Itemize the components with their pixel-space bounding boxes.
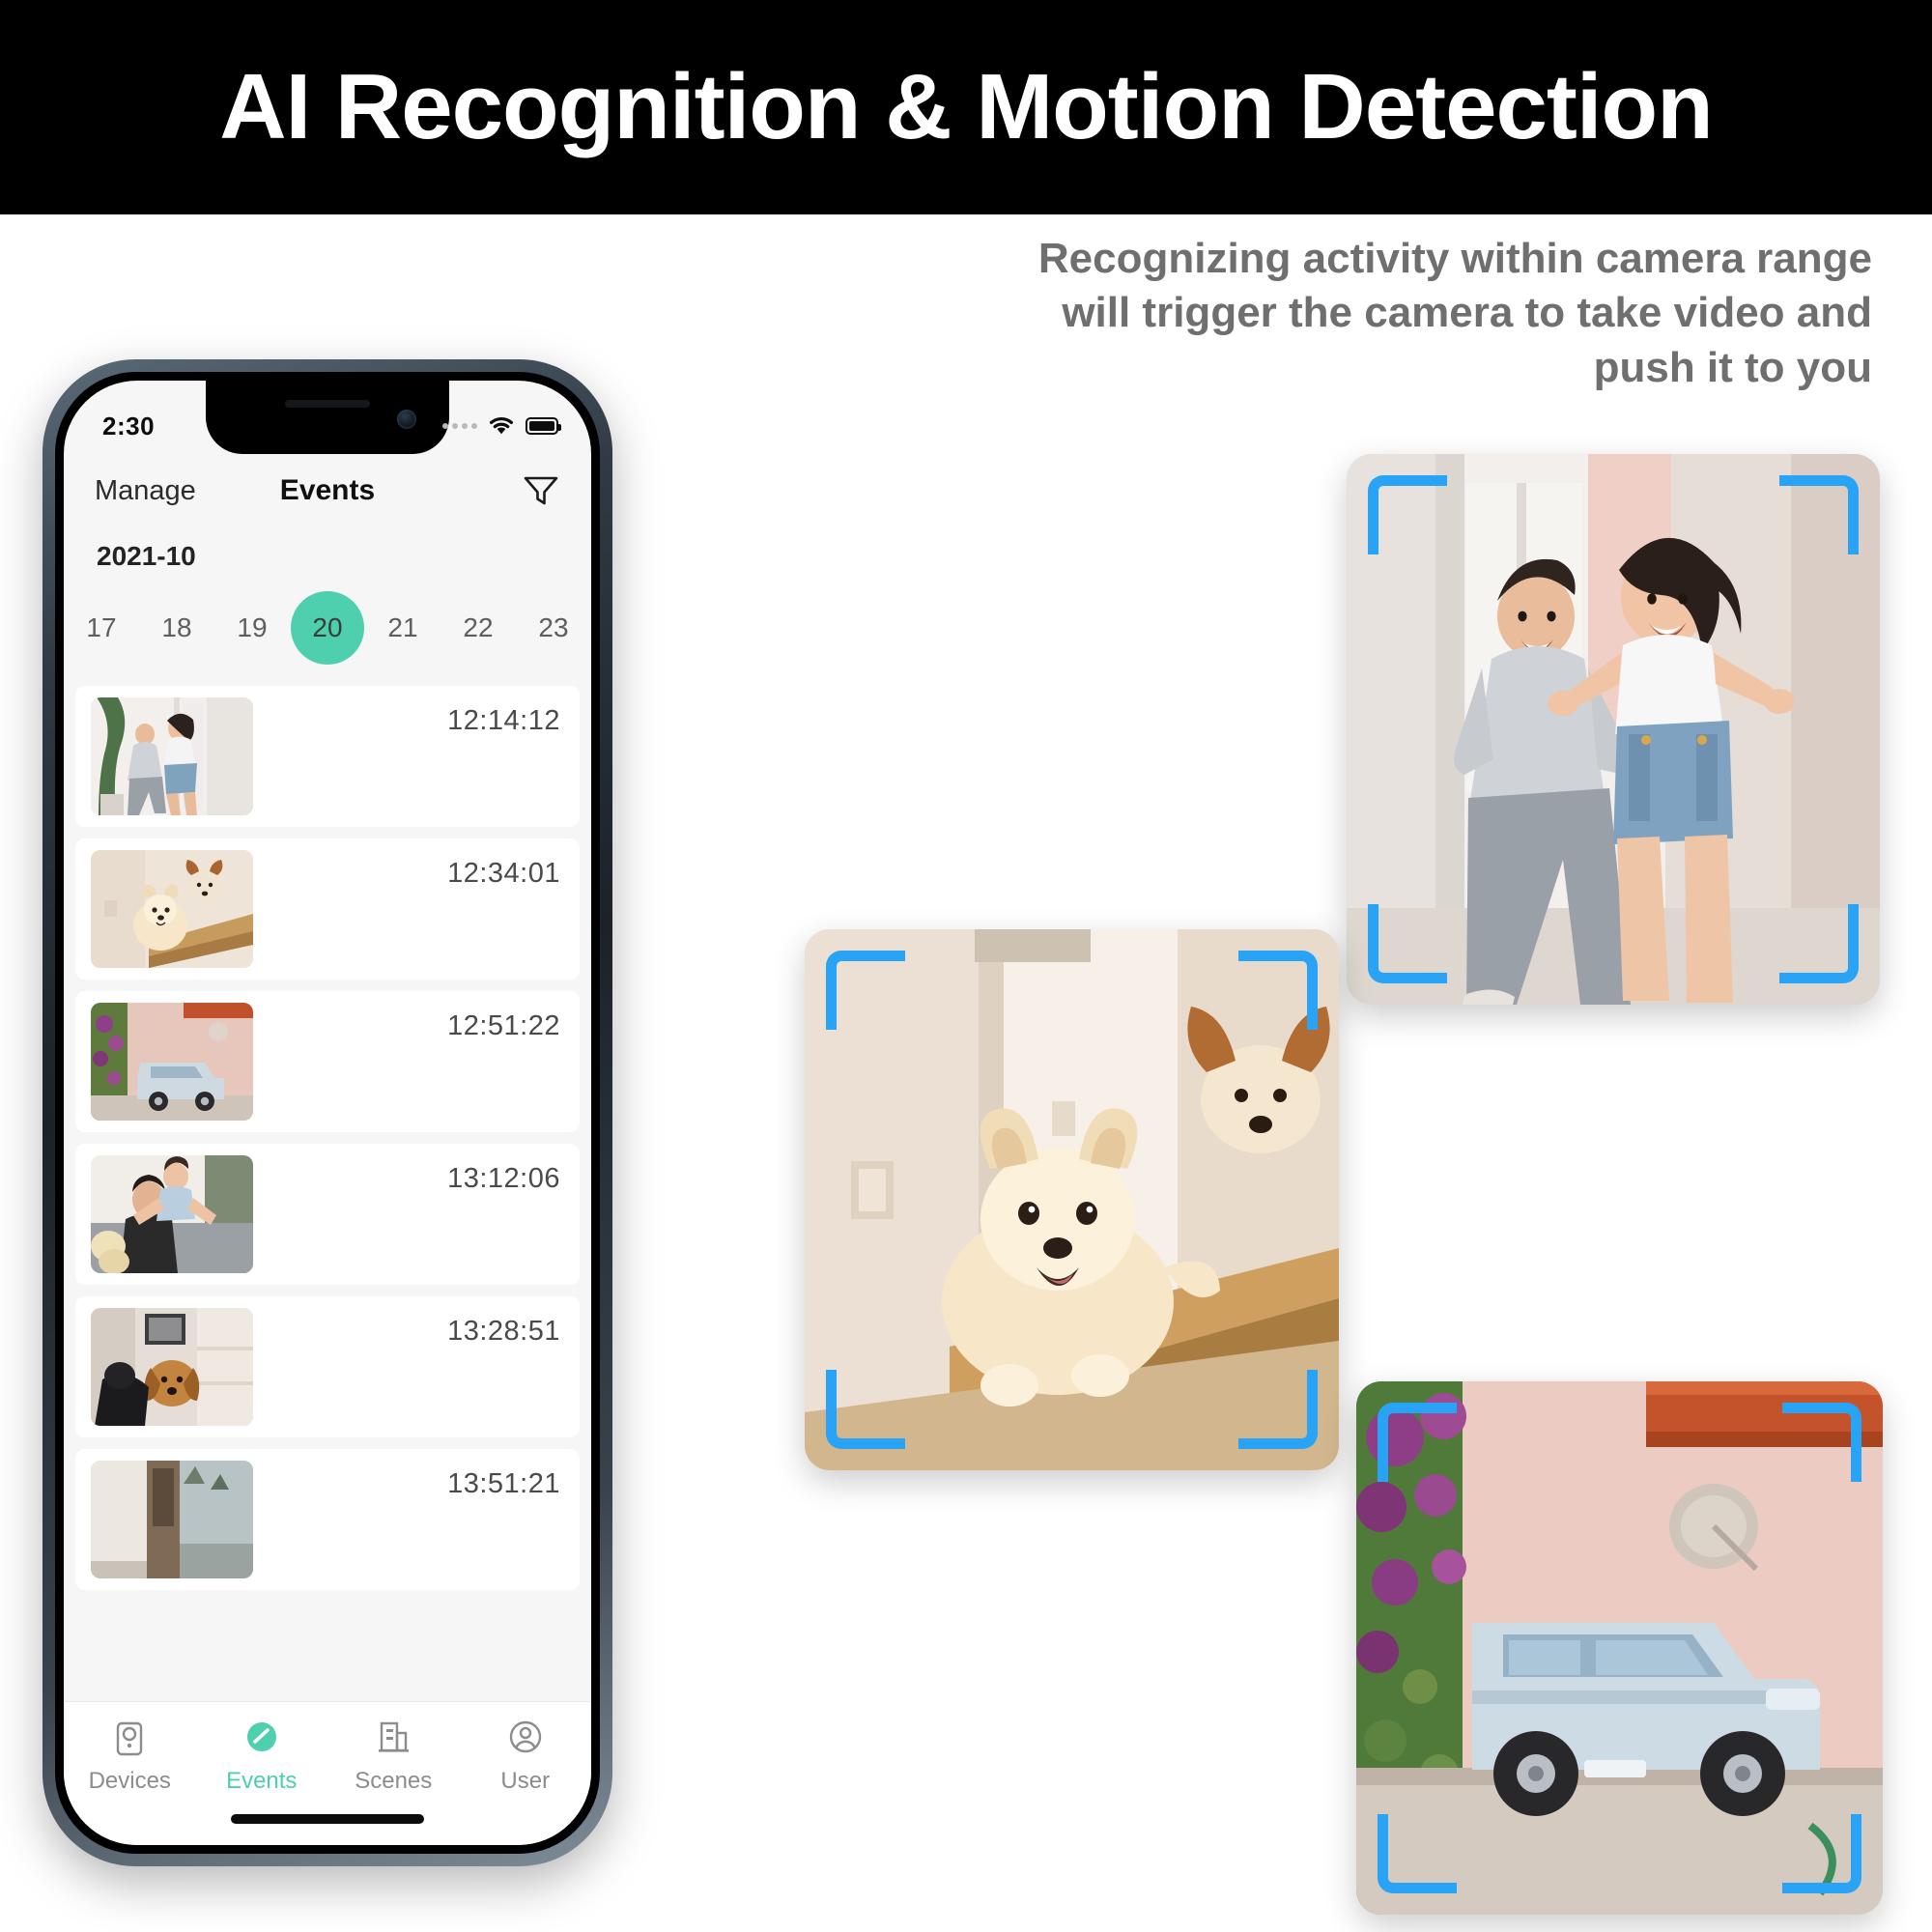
day-label: 18 <box>161 612 192 642</box>
calendar-day-22[interactable]: 22 <box>440 582 516 674</box>
day-label: 21 <box>387 612 418 642</box>
tab-scenes[interactable]: Scenes <box>327 1718 460 1795</box>
calendar-day-strip[interactable]: 17 18 19 20 21 22 23 <box>64 582 591 674</box>
nav-title: Events <box>279 474 376 506</box>
event-timestamp: 12:34:01 <box>447 858 560 889</box>
status-bar: 2:30 <box>64 381 591 454</box>
app-nav-bar: Manage Events <box>64 454 591 527</box>
calendar-day-18[interactable]: 18 <box>139 582 214 674</box>
events-check-icon <box>241 1718 283 1760</box>
tab-label: User <box>500 1768 551 1794</box>
camera-device-icon <box>108 1718 151 1760</box>
tab-user[interactable]: User <box>460 1718 592 1795</box>
tab-label: Events <box>226 1768 298 1794</box>
filter-funnel-icon[interactable] <box>522 473 560 508</box>
calendar-day-17[interactable]: 17 <box>64 582 139 674</box>
event-thumbnail[interactable] <box>91 697 253 815</box>
calendar-day-20-selected[interactable]: 20 <box>290 582 365 674</box>
tab-label: Scenes <box>355 1768 433 1794</box>
bottom-tab-bar[interactable]: Devices Events Scenes User <box>64 1702 591 1845</box>
event-timestamp: 13:28:51 <box>447 1316 560 1347</box>
event-thumbnail[interactable] <box>91 1155 253 1273</box>
status-indicators <box>442 415 561 437</box>
battery-full-icon <box>526 417 561 435</box>
event-timestamp: 13:51:21 <box>447 1468 560 1499</box>
status-time: 2:30 <box>102 411 156 440</box>
event-thumbnail[interactable] <box>91 850 253 968</box>
event-thumbnail[interactable] <box>91 1003 253 1121</box>
page-title: AI Recognition & Motion Detection <box>219 55 1714 158</box>
header-banner: AI Recognition & Motion Detection <box>0 0 1932 214</box>
day-label: 20 <box>291 591 364 665</box>
calendar-day-21[interactable]: 21 <box>365 582 440 674</box>
tab-events[interactable]: Events <box>196 1718 328 1795</box>
home-indicator <box>231 1814 424 1824</box>
day-label: 17 <box>86 612 117 642</box>
detection-card-dog <box>805 929 1339 1470</box>
poster-root: AI Recognition & Motion Detection Recogn… <box>0 0 1932 1932</box>
building-scenes-icon <box>372 1718 414 1760</box>
table-row[interactable]: 12:51:22 <box>75 991 580 1132</box>
day-label: 19 <box>237 612 268 642</box>
detection-photo <box>1356 1381 1883 1915</box>
table-row[interactable]: 13:28:51 <box>75 1296 580 1437</box>
event-timestamp: 13:12:06 <box>447 1163 560 1194</box>
detection-photo <box>805 929 1339 1470</box>
signal-dots-icon <box>442 423 477 429</box>
phone-screen: 2:30 Manage Events 2021-10 17 18 19 20 2… <box>64 381 591 1845</box>
event-timestamp: 12:14:12 <box>447 705 560 736</box>
day-label: 22 <box>463 612 494 642</box>
calendar-day-19[interactable]: 19 <box>214 582 290 674</box>
table-row[interactable]: 13:51:21 <box>75 1449 580 1590</box>
manage-button[interactable]: Manage <box>95 475 196 507</box>
table-row[interactable]: 12:34:01 <box>75 838 580 980</box>
wifi-icon <box>487 415 516 437</box>
detection-card-family <box>1347 454 1880 1005</box>
calendar-month-label: 2021-10 <box>97 541 196 571</box>
tab-label: Devices <box>88 1768 171 1794</box>
calendar-day-23[interactable]: 23 <box>516 582 591 674</box>
event-timestamp: 12:51:22 <box>447 1010 560 1041</box>
event-thumbnail[interactable] <box>91 1461 253 1578</box>
subtitle-text: Recognizing activity within camera range… <box>1037 235 1872 391</box>
event-thumbnail[interactable] <box>91 1308 253 1426</box>
phone-bezel: 2:30 Manage Events 2021-10 17 18 19 20 2… <box>55 372 600 1854</box>
detection-photo <box>1347 454 1880 1005</box>
user-account-icon <box>504 1718 547 1760</box>
detection-card-car <box>1356 1381 1883 1915</box>
phone-mockup: 2:30 Manage Events 2021-10 17 18 19 20 2… <box>43 359 612 1866</box>
table-row[interactable]: 12:14:12 <box>75 686 580 827</box>
tab-devices[interactable]: Devices <box>64 1718 196 1795</box>
table-row[interactable]: 13:12:06 <box>75 1144 580 1285</box>
day-label: 23 <box>538 612 569 642</box>
event-list[interactable]: 12:14:12 12:34:01 12:51:22 13:12:06 13:2… <box>64 686 591 1702</box>
